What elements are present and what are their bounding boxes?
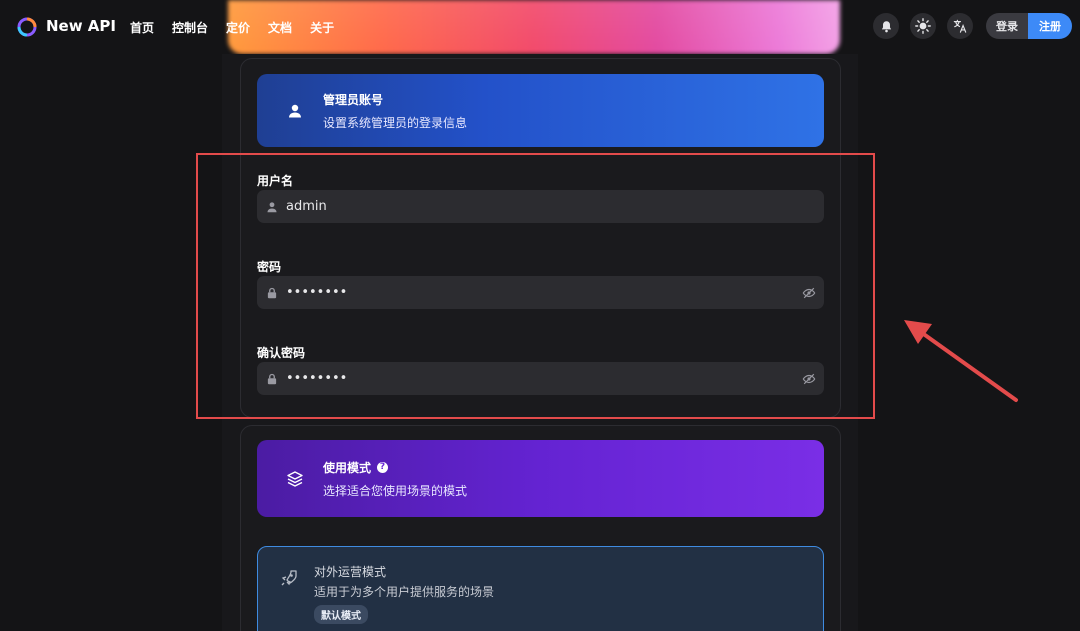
usage-mode-title: 使用模式 xyxy=(323,460,372,475)
mode-option-title: 对外运营模式 xyxy=(314,565,387,579)
question-icon[interactable]: ? xyxy=(377,461,389,473)
language-button[interactable] xyxy=(947,13,973,39)
user-icon xyxy=(289,104,301,117)
user-icon xyxy=(267,201,277,212)
new-api-logo-icon[interactable] xyxy=(16,16,38,38)
eye-off-icon[interactable] xyxy=(802,372,816,386)
admin-account-title: 管理员账号 xyxy=(323,92,384,107)
annotation-arrow-icon xyxy=(904,320,1018,402)
sun-icon xyxy=(915,18,931,34)
admin-account-header: 管理员账号 设置系统管理员的登录信息 xyxy=(257,74,824,147)
nav-item-pricing[interactable]: 定价 xyxy=(226,19,250,36)
username-label: 用户名 xyxy=(257,174,294,188)
default-mode-badge: 默认模式 xyxy=(314,605,368,624)
login-button[interactable]: 登录 xyxy=(986,13,1028,39)
nav-item-about[interactable]: 关于 xyxy=(310,19,334,36)
bell-icon xyxy=(881,20,891,32)
rocket-icon xyxy=(281,570,297,586)
app-name[interactable]: New API xyxy=(46,17,116,35)
confirm-password-label: 确认密码 xyxy=(257,346,306,360)
admin-account-subtitle: 设置系统管理员的登录信息 xyxy=(323,115,468,130)
username-input[interactable] xyxy=(286,199,824,214)
theme-toggle-button[interactable] xyxy=(910,13,936,39)
auth-buttons: 登录 注册 xyxy=(986,13,1072,39)
layers-icon xyxy=(287,470,303,487)
lock-icon xyxy=(267,287,277,298)
password-field-wrapper xyxy=(257,276,824,309)
notifications-button[interactable] xyxy=(873,13,899,39)
password-input[interactable] xyxy=(286,285,802,300)
lock-icon xyxy=(267,373,277,384)
nav-item-docs[interactable]: 文档 xyxy=(268,19,292,36)
usage-mode-header: 使用模式 ? 选择适合您使用场景的模式 xyxy=(257,440,824,517)
nav-item-home[interactable]: 首页 xyxy=(130,19,154,36)
usage-mode-subtitle: 选择适合您使用场景的模式 xyxy=(323,483,468,498)
register-button[interactable]: 注册 xyxy=(1028,13,1072,39)
username-field-wrapper xyxy=(257,190,824,223)
confirm-password-input[interactable] xyxy=(286,371,802,386)
header-tools: 登录 注册 xyxy=(873,13,1072,39)
translate-icon xyxy=(953,19,967,33)
confirm-password-field-wrapper xyxy=(257,362,824,395)
mode-option-external[interactable]: 对外运营模式 适用于为多个用户提供服务的场景 默认模式 xyxy=(257,546,824,631)
top-navbar: New API 首页 控制台 定价 文档 关于 登录 注册 xyxy=(0,0,1080,54)
mode-option-description: 适用于为多个用户提供服务的场景 xyxy=(314,585,495,599)
main-nav: 首页 控制台 定价 文档 关于 xyxy=(130,19,334,36)
eye-off-icon[interactable] xyxy=(802,286,816,300)
password-label: 密码 xyxy=(257,260,282,274)
nav-item-console[interactable]: 控制台 xyxy=(172,19,208,36)
